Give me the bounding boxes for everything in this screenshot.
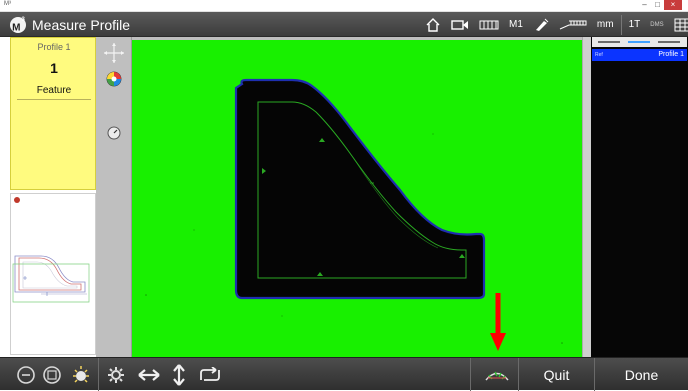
fit-icon[interactable] [40, 358, 64, 391]
quit-button[interactable]: Quit [519, 358, 594, 391]
dms-label[interactable]: DMS [645, 12, 668, 37]
zoom-icon[interactable] [14, 358, 38, 391]
light-icon[interactable] [68, 358, 94, 391]
window-title: M³ [4, 1, 11, 7]
bottom-toolbar: Quit Done [0, 357, 688, 391]
vertical-scrollbar[interactable] [582, 37, 591, 357]
tab-indicator-3[interactable] [658, 41, 680, 43]
grid-icon[interactable] [474, 12, 504, 37]
home-icon[interactable] [420, 12, 446, 37]
close-button[interactable]: × [664, 0, 682, 10]
page-title: Measure Profile [32, 17, 131, 33]
profile-number: 1 [50, 60, 58, 76]
gauge-icon[interactable] [100, 121, 128, 145]
color-wheel-icon[interactable] [100, 67, 128, 91]
tab-indicator-1[interactable] [598, 41, 620, 43]
profile-name: Profile 1 [37, 42, 71, 52]
panel-tabs [592, 37, 687, 47]
profile-card[interactable]: Profile 1 1 Feature [10, 37, 96, 190]
logo-letter: M [12, 22, 21, 34]
video-icon[interactable] [446, 12, 474, 37]
feature-panel: Profile 1 1 Feature [10, 37, 96, 357]
divider [17, 99, 91, 100]
feature-list-panel: Ref Profile 1 [591, 37, 688, 357]
ruler-icon[interactable] [554, 12, 592, 37]
window-controls: – □ × [638, 0, 682, 12]
header-toolbar: M1 mm 1T DMS ? [420, 12, 688, 37]
annotation-arrow-icon [490, 293, 506, 351]
part-view-thumbnail[interactable] [10, 193, 96, 355]
feature-list-item-label: Profile 1 [658, 51, 684, 58]
profile-thumbnail-drawing [12, 255, 90, 303]
minimize-button[interactable]: – [638, 0, 651, 10]
table-icon[interactable] [669, 12, 688, 37]
feature-tag: Ref [595, 52, 603, 58]
maximize-button[interactable]: □ [651, 0, 664, 10]
toolbar-divider [470, 358, 471, 391]
probe-icon[interactable] [528, 12, 554, 37]
status-dot [14, 197, 20, 203]
settings-icon[interactable] [104, 358, 128, 391]
units-label[interactable]: mm [592, 12, 619, 37]
feature-label: Feature [36, 85, 72, 96]
toolbar-divider [98, 358, 99, 391]
done-button[interactable]: Done [595, 358, 688, 391]
logo-superscript: 3 [21, 17, 25, 23]
vertical-arrows-icon[interactable] [168, 358, 190, 391]
app-header: M3 Measure Profile M1 mm 1T DMS ? [0, 12, 688, 37]
window-titlebar: M³ – □ × [0, 0, 688, 12]
feature-list-item[interactable]: Ref Profile 1 [592, 49, 687, 61]
crosshair-icon[interactable] [100, 41, 128, 65]
part-profile-image [145, 78, 563, 344]
header-divider [620, 14, 622, 35]
tool-strip [96, 37, 132, 357]
app-logo: M3 [10, 17, 26, 33]
tab-indicator-2[interactable] [628, 41, 650, 43]
horizontal-arrows-icon[interactable] [136, 358, 162, 391]
rotate-icon[interactable] [196, 358, 224, 391]
video-canvas[interactable] [132, 40, 582, 357]
m1-label[interactable]: M1 [504, 12, 528, 37]
profile-measure-icon[interactable] [478, 358, 516, 391]
tool-label[interactable]: 1T [624, 12, 646, 37]
